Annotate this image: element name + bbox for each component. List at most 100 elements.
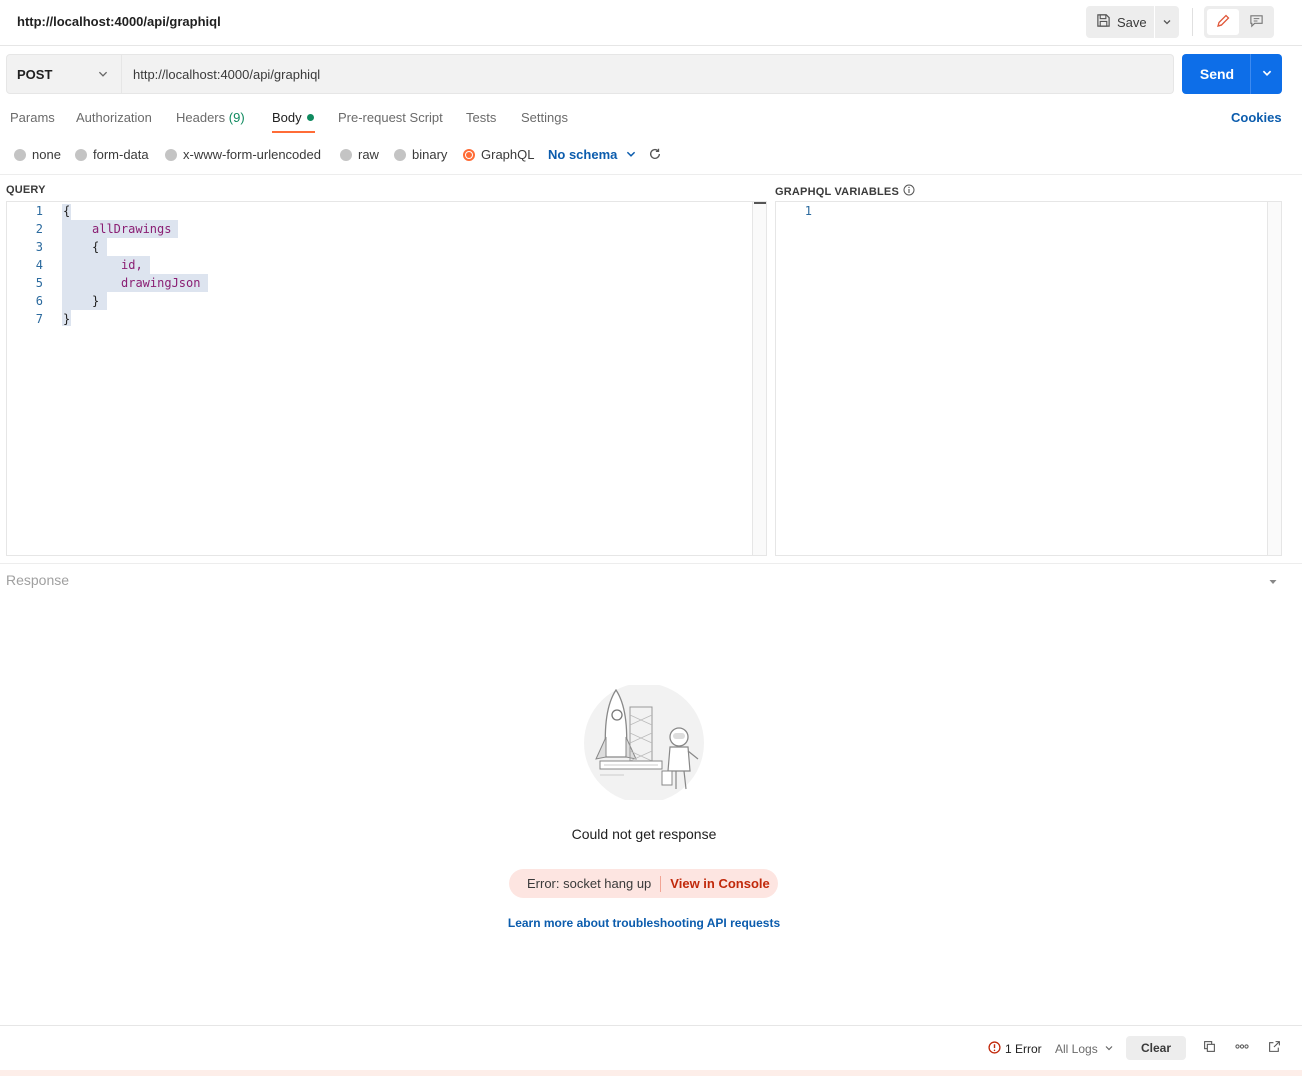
url-input[interactable]: http://localhost:4000/api/graphiql — [122, 54, 1174, 94]
code-line: drawingJson — [121, 276, 201, 290]
log-filter-select[interactable]: All Logs — [1055, 1042, 1114, 1056]
query-editor[interactable]: 1 2 3 4 5 6 7 { allDrawings { id, drawin… — [6, 201, 767, 556]
body-type-form-data[interactable]: form-data — [75, 147, 149, 162]
pill-separator — [660, 875, 662, 892]
tab-headers[interactable]: Headers (9) — [176, 110, 245, 125]
body-type-urlencoded[interactable]: x-www-form-urlencoded — [165, 147, 321, 162]
request-title[interactable]: http://localhost:4000/api/graphiql — [17, 14, 221, 29]
variables-label: GRAPHQL VARIABLES — [775, 185, 900, 198]
copy-icon[interactable] — [1203, 1040, 1216, 1056]
code-line: } — [92, 294, 100, 308]
tab-params[interactable]: Params — [10, 110, 55, 125]
line-number: 4 — [35, 258, 43, 272]
line-number: 1 — [804, 204, 812, 218]
chevron-down-icon — [1261, 67, 1273, 82]
line-number: 3 — [35, 240, 43, 254]
error-count-label: 1 Error — [1005, 1042, 1042, 1056]
response-label: Response — [6, 572, 70, 588]
tab-body[interactable]: Body — [272, 110, 314, 125]
body-type-divider — [0, 174, 1302, 175]
selection-highlight — [62, 292, 107, 310]
edit-icon — [1215, 13, 1231, 32]
save-options-button[interactable] — [1155, 6, 1179, 38]
line-number: 2 — [35, 222, 43, 236]
postman-request-view: http://localhost:4000/api/graphiql Save — [0, 0, 1302, 1076]
chevron-down-icon — [1104, 1042, 1114, 1056]
response-divider — [0, 563, 1302, 564]
code-line: { — [92, 240, 100, 254]
radio-circle — [340, 148, 352, 161]
statusbar-accent-strip — [0, 1070, 1302, 1076]
code-line: id, — [121, 258, 143, 272]
refresh-icon[interactable] — [648, 147, 662, 164]
body-type-label: raw — [358, 147, 379, 162]
tab-headers-label: Headers — [176, 110, 226, 125]
save-label: Save — [1117, 14, 1147, 30]
scroll-thumb[interactable] — [754, 202, 766, 204]
tab-tests[interactable]: Tests — [466, 110, 496, 125]
view-in-console-link[interactable]: View in Console — [670, 876, 769, 891]
tab-body-label: Body — [272, 110, 302, 125]
schema-select[interactable]: No schema — [548, 147, 617, 162]
chevron-down-icon — [97, 68, 109, 83]
radio-circle-selected — [463, 148, 475, 161]
error-message: Error: socket hang up — [527, 876, 652, 891]
chevron-down-icon[interactable] — [1268, 575, 1278, 590]
header-divider — [1192, 8, 1193, 36]
tab-prerequest-script[interactable]: Pre-request Script — [338, 110, 443, 125]
radio-circle — [394, 148, 406, 161]
rocket-astronaut-illustration — [580, 683, 710, 803]
body-type-raw[interactable]: raw — [340, 147, 379, 162]
selection-highlight — [62, 238, 107, 256]
error-icon — [988, 1041, 1001, 1057]
body-type-label: binary — [412, 147, 448, 162]
tab-authorization[interactable]: Authorization — [76, 110, 152, 125]
comments-button[interactable] — [1241, 9, 1271, 35]
troubleshooting-link[interactable]: Learn more about troubleshooting API req… — [0, 916, 1288, 930]
body-type-label: none — [32, 147, 61, 162]
line-number: 7 — [35, 312, 43, 326]
code-line: { — [63, 204, 71, 218]
send-button[interactable]: Send — [1182, 54, 1250, 94]
body-type-label: x-www-form-urlencoded — [183, 147, 321, 162]
query-scrollbar[interactable] — [752, 202, 766, 555]
query-label: QUERY — [6, 184, 46, 196]
line-number: 5 — [35, 276, 43, 290]
method-select[interactable]: POST — [6, 54, 122, 94]
body-type-graphql[interactable]: GraphQL — [463, 147, 534, 162]
method-label: POST — [17, 66, 53, 82]
radio-circle — [75, 148, 87, 161]
body-type-label: form-data — [93, 147, 149, 162]
more-icon[interactable] — [1235, 1040, 1249, 1056]
save-button[interactable]: Save — [1086, 6, 1154, 38]
send-options-button[interactable] — [1250, 54, 1282, 94]
cookies-link[interactable]: Cookies — [1231, 110, 1282, 125]
chevron-down-icon — [1162, 15, 1172, 30]
comment-icon — [1249, 13, 1264, 31]
info-icon[interactable] — [903, 184, 915, 199]
variables-editor[interactable]: 1 — [775, 201, 1282, 556]
code-line: allDrawings — [92, 222, 172, 236]
chevron-down-icon[interactable] — [625, 148, 637, 163]
edit-mode-button[interactable] — [1207, 9, 1239, 35]
variables-scrollbar[interactable] — [1267, 202, 1281, 555]
clear-button[interactable]: Clear — [1126, 1036, 1186, 1060]
body-indicator-dot — [306, 114, 314, 122]
tab-settings[interactable]: Settings — [521, 110, 568, 125]
external-link-icon[interactable] — [1268, 1040, 1281, 1056]
body-type-binary[interactable]: binary — [394, 147, 447, 162]
line-number: 1 — [35, 204, 43, 218]
line-number: 6 — [35, 294, 43, 308]
active-tab-indicator — [272, 131, 315, 133]
log-filter-label: All Logs — [1055, 1042, 1098, 1056]
variables-label-row: GRAPHQL VARIABLES — [775, 184, 915, 199]
code-line: } — [63, 312, 71, 326]
radio-circle — [14, 148, 26, 161]
error-count-button[interactable]: 1 Error — [988, 1041, 1042, 1057]
body-type-label: GraphQL — [481, 147, 535, 162]
body-type-none[interactable]: none — [14, 147, 61, 162]
radio-circle — [165, 148, 177, 161]
save-icon — [1096, 13, 1111, 31]
error-pill: Error: socket hang up View in Console — [509, 869, 778, 898]
request-header: http://localhost:4000/api/graphiql Save — [0, 0, 1302, 46]
